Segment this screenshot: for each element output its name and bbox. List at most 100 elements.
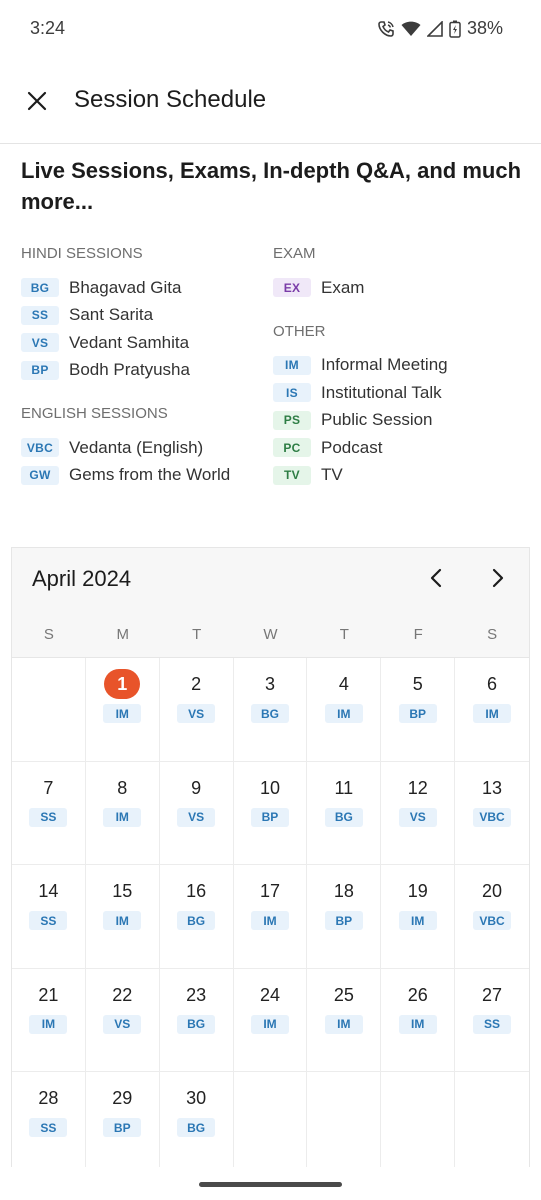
session-tag[interactable]: VS [177,807,216,827]
calendar-day-cell[interactable]: 19 IM [381,865,456,969]
session-tag[interactable]: SS [29,807,68,827]
session-tag[interactable]: BP [250,807,289,827]
legend-label: Informal Meeting [321,355,448,375]
legend-code: TV [273,465,311,485]
calendar-day-cell[interactable]: 9 VS [159,761,234,865]
session-tag[interactable]: VBC [473,911,512,930]
session-tag[interactable]: SS [29,1118,68,1137]
calendar-day-cell[interactable]: 24 IM [233,968,308,1072]
session-tag[interactable]: IM [103,704,142,723]
calendar-day-cell[interactable]: 17 IM [233,865,308,969]
session-tag[interactable]: BG [324,807,363,827]
session-tag[interactable]: SS [29,911,68,930]
calendar-empty-cell [455,1072,529,1167]
calendar-day-cell[interactable]: 13 VBC [455,762,529,865]
close-icon [27,91,47,116]
calendar-day-cell[interactable]: 2 VS [159,658,234,762]
day-number: 4 [338,674,349,694]
legend-left-column: HINDI SESSIONS BG Bhagavad Gita SS Sant … [21,244,261,489]
legend-label: Institutional Talk [321,382,442,402]
battery-percent: 38% [466,18,503,38]
session-tag[interactable]: VBC [473,807,512,827]
session-tag[interactable]: IM [250,1014,289,1034]
day-number: 6 [487,674,498,694]
calendar-day-cell[interactable]: 26 IM [381,968,456,1072]
calendar-day-cell[interactable]: 12 VS [381,761,456,865]
session-tag[interactable]: BP [398,704,437,723]
calendar-empty-cell [307,1072,382,1167]
calendar-day-cell[interactable]: 14 SS [12,865,86,969]
calendar-day-cell[interactable]: 20 VBC [455,865,529,969]
day-number: 25 [333,984,354,1005]
session-tag[interactable]: BG [177,1118,216,1137]
calendar-day-cell[interactable]: 11 BG [307,761,382,865]
calendar-month: April 2024 [32,566,132,591]
legend-code: IS [273,383,311,403]
session-tag[interactable]: IM [103,807,142,827]
calendar-day-cell[interactable]: 27 SS [455,969,529,1072]
day-number: 11 [334,777,354,798]
calendar-day-cell[interactable]: 6 IM [455,658,529,762]
session-tag[interactable]: IM [29,1014,68,1034]
session-tag[interactable]: IM [473,704,512,723]
day-number: 14 [38,881,59,901]
legend-code: EX [273,278,311,298]
calendar-day-cell[interactable]: 7 SS [12,761,86,865]
session-tag[interactable]: BP [103,1118,142,1137]
legend-label: Sant Sarita [69,305,154,325]
calendar-day-cell[interactable]: 15 IM [85,865,160,969]
calendar-day-cell[interactable]: 23 BG [159,968,234,1072]
legend-item: EX Exam [273,274,523,302]
session-tag[interactable]: BG [177,1014,216,1034]
session-tag[interactable]: VS [103,1014,142,1034]
session-tag[interactable]: VS [177,704,216,723]
weekday-label: W [263,626,278,643]
wifi-calling-icon [377,20,395,38]
legend-heading-other: OTHER [273,322,326,340]
session-tag[interactable]: IM [324,704,363,723]
calendar-day-cell[interactable]: 8 IM [85,761,160,865]
session-tag[interactable]: IM [398,1014,437,1034]
weekday-label: M [116,626,130,643]
calendar-day-cell[interactable]: 22 VS [85,968,160,1072]
day-number: 13 [482,777,503,798]
legend-label: Bodh Pratyusha [69,360,190,380]
calendar-day-cell[interactable]: 25 IM [307,968,382,1072]
legend-item: VBC Vedanta (English) [21,434,261,462]
calendar-day-cell[interactable]: 3 BG [233,658,308,762]
close-button[interactable] [20,86,54,120]
calendar-day-cell[interactable]: 30 BG [160,1072,234,1167]
calendar-day-cell[interactable]: 21 IM [12,968,86,1072]
legend-label: TV [321,465,343,485]
session-tag[interactable]: VS [398,807,437,827]
legend-item: PC Podcast [273,434,523,462]
session-tag[interactable]: BG [250,704,289,723]
session-tag[interactable]: IM [324,1014,363,1034]
legend-heading-exam: EXAM [273,245,316,262]
legend-label: Vedant Samhita [69,332,190,352]
session-tag[interactable]: IM [250,911,289,930]
legend-item: PS Public Session [273,407,523,435]
calendar-day-cell[interactable]: 18 BP [307,865,382,969]
legend-heading-hindi: HINDI SESSIONS [21,245,143,262]
previous-month-button[interactable] [418,564,454,596]
calendar-day-cell[interactable]: 29 BP [86,1072,160,1167]
battery-icon [449,20,461,38]
calendar-day-cell[interactable]: 10 BP [233,761,308,865]
calendar-day-cell[interactable]: 5 BP [381,658,456,762]
calendar-day-cell[interactable]: 4 IM [307,658,382,762]
legend-item: GW Gems from the World [21,462,261,490]
legend-code: IM [273,355,311,375]
calendar-day-cell[interactable]: 1 IM [85,658,160,762]
home-indicator[interactable] [199,1182,342,1187]
legend-item: VS Vedant Samhita [21,329,261,357]
session-tag[interactable]: IM [103,911,142,930]
next-month-button[interactable] [480,564,516,596]
calendar-day-cell[interactable]: 28 SS [12,1072,86,1167]
session-tag[interactable]: BP [324,911,363,930]
calendar-day-cell[interactable]: 16 BG [159,865,234,969]
session-tag[interactable]: IM [398,911,437,930]
calendar-empty-cell [12,658,86,762]
session-tag[interactable]: BG [177,911,216,930]
session-tag[interactable]: SS [473,1014,512,1034]
